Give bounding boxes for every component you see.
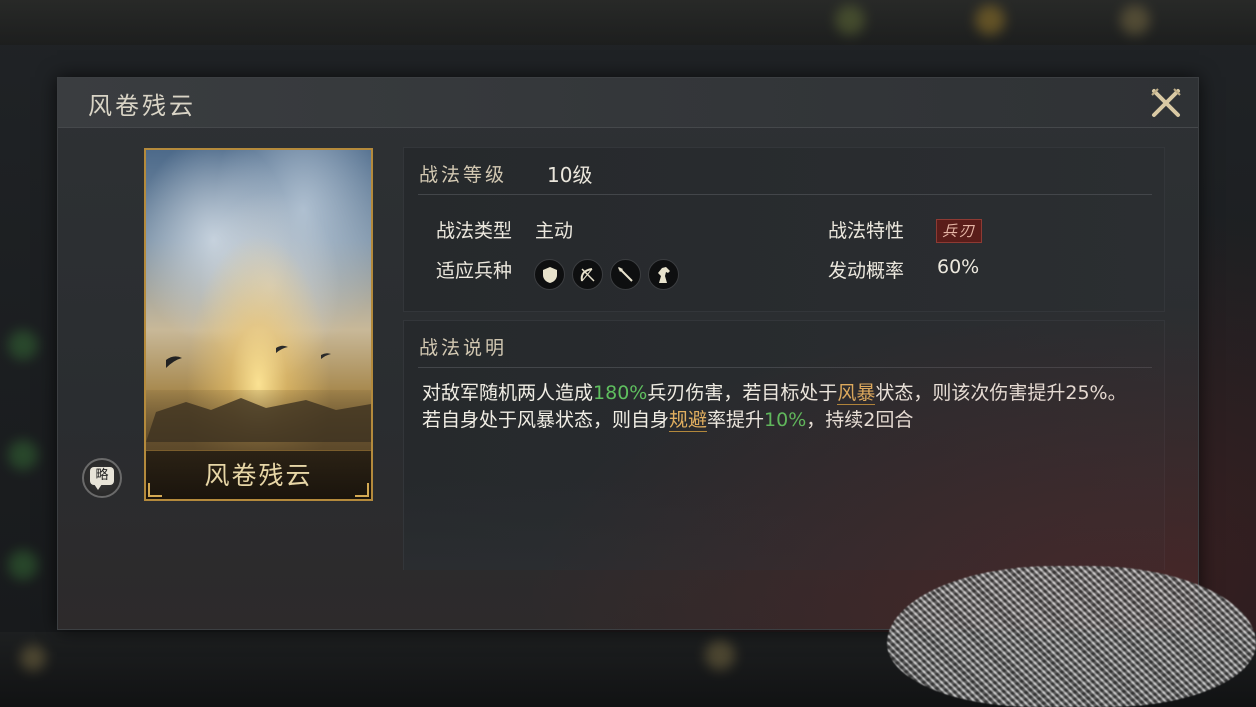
description-label: 战法说明 xyxy=(419,337,508,359)
damage-percent: 180% xyxy=(593,382,648,404)
tactic-card-banner: 风卷残云 xyxy=(146,450,371,499)
tactic-level-value: 10级 xyxy=(547,163,593,187)
spear-unit-icon[interactable] xyxy=(610,259,641,290)
tactic-level-label: 战法等级 xyxy=(419,164,508,186)
tactic-description-panel: 战法说明 对敌军随机两人造成180%兵刃伤害，若目标处于风暴状态，则该次伤害提升… xyxy=(403,320,1165,570)
resource-icon xyxy=(835,5,865,35)
description-line-1: 对敌军随机两人造成180%兵刃伤害，若目标处于风暴状态，则该次伤害提升25%。 xyxy=(422,382,1127,405)
shield-unit-icon[interactable] xyxy=(534,259,565,290)
birds-art xyxy=(146,345,371,442)
close-icon xyxy=(1151,88,1181,117)
evasion-percent: 10% xyxy=(764,409,807,431)
tactic-card-name: 风卷残云 xyxy=(204,461,313,490)
top-bar-background xyxy=(0,0,1256,45)
evasion-term-link[interactable]: 规避 xyxy=(669,409,708,432)
side-icon xyxy=(8,550,38,580)
dialog-title: 风卷残云 xyxy=(88,92,196,120)
tactic-detail-dialog: 风卷残云 风卷残云 略 战法等级 10级 战法类型 主动 战法特性 兵刃 适应兵… xyxy=(57,77,1199,630)
strategy-type-badge[interactable]: 略 xyxy=(82,458,122,498)
resource-icon xyxy=(1120,5,1150,35)
bow-unit-icon[interactable] xyxy=(572,259,603,290)
card-corner-ornament xyxy=(148,483,162,497)
trigger-rate-value: 60% xyxy=(937,256,980,278)
tactic-type-value: 主动 xyxy=(535,220,574,242)
side-icon xyxy=(8,440,38,470)
obscured-watermark-patch xyxy=(887,566,1256,707)
tactic-stats-panel: 战法等级 10级 战法类型 主动 战法特性 兵刃 适应兵种 发动概率 60% xyxy=(403,147,1165,312)
resource-icon xyxy=(975,5,1005,35)
divider xyxy=(418,367,1152,368)
bottom-icon xyxy=(20,645,46,671)
trigger-rate-label: 发动概率 xyxy=(828,260,905,282)
tactic-trait-label: 战法特性 xyxy=(828,220,905,242)
tactic-type-label: 战法类型 xyxy=(436,220,513,242)
description-text: 对敌军随机两人造成180%兵刃伤害，若目标处于风暴状态，则该次伤害提升25%。 … xyxy=(422,380,1152,434)
close-button[interactable] xyxy=(1148,85,1184,121)
storm-status-link[interactable]: 风暴 xyxy=(837,382,876,405)
card-corner-ornament xyxy=(355,483,369,497)
description-line-2: 若自身处于风暴状态，则自身规避率提升10%，持续2回合 xyxy=(422,409,914,432)
tactic-trait-badge: 兵刃 xyxy=(936,219,983,243)
title-bar: 风卷残云 xyxy=(58,78,1198,128)
side-icon xyxy=(8,330,38,360)
speech-bubble-icon: 略 xyxy=(90,467,114,490)
bottom-icon xyxy=(705,640,735,670)
divider xyxy=(418,194,1152,195)
horse-unit-icon[interactable] xyxy=(648,259,679,290)
unit-types-label: 适应兵种 xyxy=(436,260,513,282)
tactic-card: 风卷残云 xyxy=(144,148,373,501)
